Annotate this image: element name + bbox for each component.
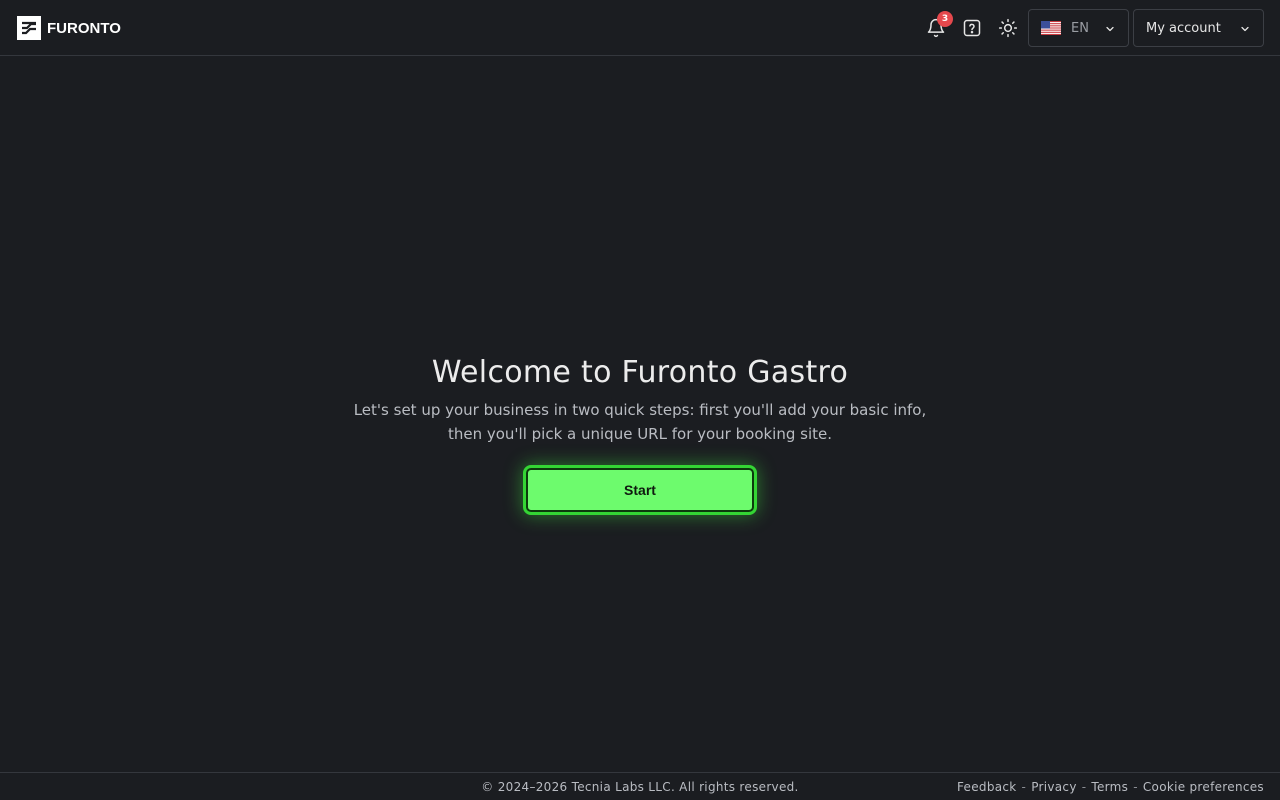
footer-links: Feedback - Privacy - Terms - Cookie pref… (957, 780, 1264, 794)
page-title: Welcome to Furonto Gastro (431, 355, 849, 390)
chevron-down-icon (1106, 26, 1114, 32)
start-button[interactable]: Start (523, 465, 757, 515)
question-icon (963, 19, 981, 37)
privacy-link[interactable]: Privacy (1031, 780, 1077, 794)
account-label: My account (1146, 20, 1221, 36)
account-menu-button[interactable]: My account (1133, 9, 1264, 47)
welcome-subtitle: Let's set up your business in two quick … (353, 401, 927, 443)
cookie-preferences-link[interactable]: Cookie preferences (1143, 780, 1264, 794)
theme-toggle-button[interactable] (994, 14, 1022, 42)
link-separator: - (1021, 780, 1027, 794)
logo[interactable]: FURONTO (17, 16, 121, 40)
language-label: EN (1071, 20, 1089, 36)
terms-link[interactable]: Terms (1091, 780, 1128, 794)
help-button[interactable] (958, 14, 986, 42)
chevron-down-icon (1241, 26, 1249, 32)
footer: © 2024–2026 Tecnia Labs LLC. All rights … (0, 772, 1280, 800)
link-separator: - (1133, 780, 1138, 794)
language-select[interactable]: EN (1028, 9, 1129, 47)
sun-icon (998, 18, 1018, 38)
logo-text: FURONTO (47, 19, 121, 37)
top-header: FURONTO 3 EN My account (0, 0, 1280, 56)
notifications-button[interactable]: 3 (922, 11, 953, 42)
feedback-link[interactable]: Feedback (957, 780, 1017, 794)
link-separator: - (1081, 780, 1087, 794)
us-flag-icon (1041, 21, 1061, 35)
notification-count-badge: 3 (937, 11, 953, 27)
furonto-logo-icon (17, 16, 41, 40)
welcome-section: Welcome to Furonto Gastro Let's set up y… (0, 352, 1280, 515)
